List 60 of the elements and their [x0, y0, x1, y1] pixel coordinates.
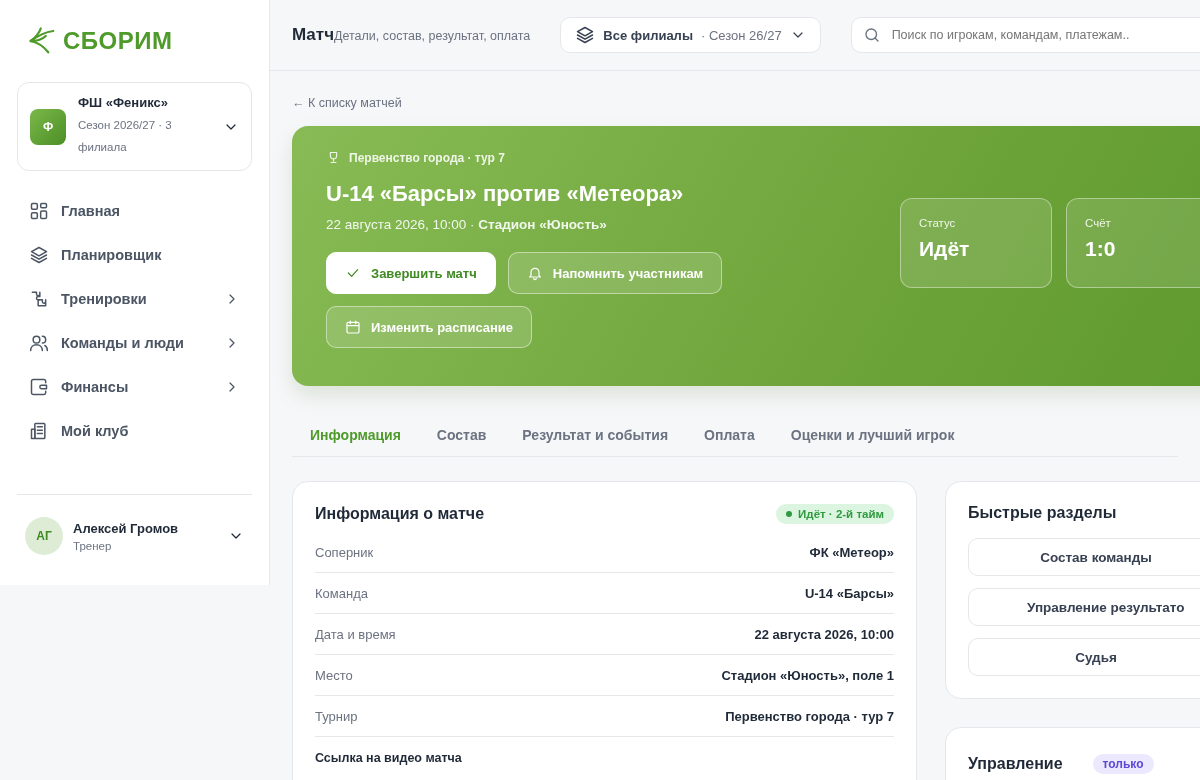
leaf-logo-icon	[27, 26, 57, 56]
stat-label: Статус	[919, 217, 957, 229]
calendar-icon	[345, 319, 361, 335]
wallet-icon	[29, 377, 49, 397]
people-icon	[29, 333, 49, 353]
page-title: Матч	[292, 25, 335, 45]
stat-label: Счёт	[1085, 217, 1112, 229]
match-title: U-14 «Барсы» против «Метеора»	[326, 181, 685, 207]
branch-select[interactable]: Все филиалы · Сезон 26/27	[560, 17, 821, 53]
card-title: Информация о матче	[315, 505, 485, 523]
action-button[interactable]: Завершить матч	[326, 252, 496, 294]
search-field[interactable]: Поиск по игрокам, командам, платежам..	[850, 17, 1200, 53]
field-value: ФК «Метеор»	[809, 544, 894, 560]
nav-item[interactable]: Команды и люди	[17, 321, 252, 365]
nav-item[interactable]: Финансы	[17, 365, 252, 409]
nav-item[interactable]: Планировщик	[17, 233, 252, 277]
field-value: 22 августа 2026, 10:00	[754, 626, 894, 642]
stat-value: Идёт	[919, 237, 971, 261]
quick-link-button[interactable]: Судья	[968, 638, 1200, 676]
tab[interactable]: Результат и события	[504, 414, 687, 456]
club-name: ФШ «Феникс»	[78, 95, 169, 110]
page-subtitle: Детали, состав, результат, оплата	[334, 29, 531, 43]
layers-icon	[29, 245, 49, 265]
field-value: U-14 «Барсы»	[804, 585, 894, 601]
logo-text: СБОРИМ	[63, 27, 173, 55]
tab[interactable]: Оплата	[686, 414, 773, 456]
quick-link-button[interactable]: Состав команды	[968, 538, 1200, 576]
quick-link-button[interactable]: Управление результато	[968, 588, 1200, 626]
video-link-label: Ссылка на видео матча	[315, 751, 463, 765]
tournament-label: Первенство города · тур 7	[349, 150, 505, 165]
status-badge: Идёт · 2-й тайм	[776, 504, 894, 524]
nav-item[interactable]: Тренировки	[17, 277, 252, 321]
bell-icon	[526, 265, 543, 281]
user-avatar: АГ	[25, 517, 63, 555]
field-value: Первенство города · тур 7	[725, 708, 894, 724]
user-menu[interactable]: АГ Алексей Громов Тренер	[17, 494, 252, 585]
building-icon	[29, 421, 49, 441]
field-label: Дата и время	[315, 626, 396, 642]
field-label: Команда	[315, 585, 368, 601]
tab[interactable]: Состав	[418, 414, 505, 456]
nav-item[interactable]: Главная	[17, 189, 252, 233]
grid-icon	[29, 201, 49, 221]
club-subtitle: Сезон 2026/27 · 3 филиала	[78, 118, 173, 155]
field-value: Стадион «Юность», поле 1	[721, 667, 894, 683]
match-meta: 22 августа 2026, 10:00 · Стадион «Юность»	[326, 217, 608, 232]
card-title: Управление	[968, 755, 1063, 773]
nav-item[interactable]: Мой клуб	[17, 409, 252, 453]
back-link[interactable]: ← К списку матчей	[292, 96, 402, 110]
card-title: Быстрые разделы	[968, 504, 1118, 522]
user-name: Алексей Громов	[73, 520, 180, 536]
field-label: Турнир	[315, 708, 358, 724]
stat-value: 1:0	[1085, 237, 1117, 261]
layers-icon	[575, 25, 596, 45]
field-label: Соперник	[315, 544, 374, 560]
club-avatar: Ф	[30, 108, 66, 145]
tab[interactable]: Оценки и лучший игрок	[772, 414, 973, 456]
access-badge: только	[1092, 754, 1154, 774]
club-switcher[interactable]: Ф ФШ «Феникс» Сезон 2026/27 · 3 филиала	[17, 82, 252, 171]
user-role: Тренер	[73, 539, 113, 552]
field-label: Место	[315, 667, 353, 683]
